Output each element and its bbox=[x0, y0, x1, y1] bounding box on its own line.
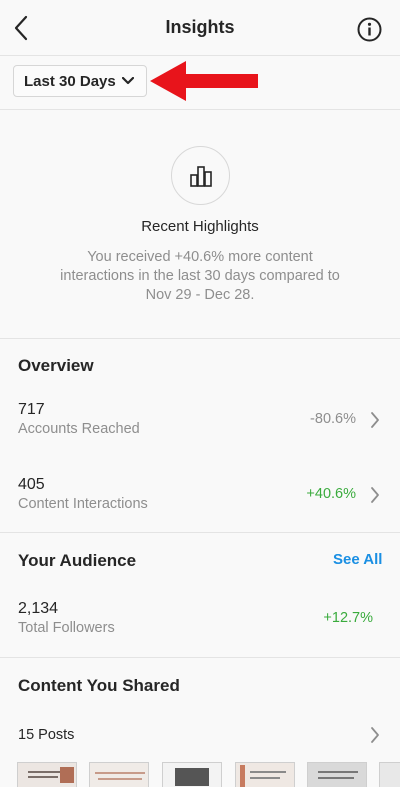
page-title: Insights bbox=[165, 17, 235, 37]
content-shared-title: Content You Shared bbox=[18, 676, 180, 695]
chevron-right-icon bbox=[371, 412, 379, 428]
metric-label: Accounts Reached bbox=[18, 421, 140, 437]
see-all-link[interactable]: See All bbox=[333, 551, 382, 568]
top-bar: Insights bbox=[0, 0, 400, 56]
back-button[interactable] bbox=[10, 14, 34, 42]
total-followers-row: 2,134 Total Followers +12.7% bbox=[0, 600, 400, 640]
chevron-left-icon bbox=[14, 15, 28, 41]
post-thumbnail[interactable] bbox=[235, 762, 295, 787]
metric-change: +40.6% bbox=[306, 486, 356, 502]
chevron-right-icon bbox=[371, 487, 379, 503]
content-interactions-row[interactable]: 405 Content Interactions +40.6% bbox=[0, 476, 400, 516]
highlights-line-2: interactions in the last 30 days compare… bbox=[60, 268, 340, 284]
post-thumbnail[interactable] bbox=[89, 762, 149, 787]
section-divider bbox=[0, 532, 400, 533]
metric-value: 2,134 bbox=[18, 600, 59, 617]
highlights-line-1: You received +40.6% more content bbox=[87, 249, 313, 265]
overview-title: Overview bbox=[18, 356, 94, 375]
bar-chart-icon bbox=[189, 165, 212, 187]
audience-title: Your Audience bbox=[18, 551, 137, 570]
date-range-label: Last 30 Days bbox=[24, 72, 116, 90]
post-thumbnail[interactable] bbox=[162, 762, 222, 787]
recent-highlights-card: Recent Highlights You received +40.6% mo… bbox=[0, 110, 400, 339]
highlights-title: Recent Highlights bbox=[141, 218, 259, 235]
highlights-badge bbox=[171, 146, 230, 205]
metric-value: 717 bbox=[18, 401, 45, 418]
accounts-reached-row[interactable]: 717 Accounts Reached -80.6% bbox=[0, 401, 400, 441]
highlights-description: You received +40.6% more content interac… bbox=[40, 248, 360, 305]
post-thumbnail[interactable] bbox=[379, 762, 400, 787]
post-thumbnails bbox=[0, 762, 400, 787]
post-thumbnail[interactable] bbox=[307, 762, 367, 787]
post-thumbnail[interactable] bbox=[17, 762, 77, 787]
info-button[interactable] bbox=[357, 17, 382, 42]
highlights-line-3: Nov 29 - Dec 28. bbox=[145, 287, 255, 303]
metric-value: 405 bbox=[18, 476, 45, 493]
chevron-down-icon bbox=[121, 77, 134, 85]
date-range-dropdown[interactable]: Last 30 Days bbox=[13, 65, 147, 97]
metric-label: Content Interactions bbox=[18, 496, 148, 512]
chevron-right-icon bbox=[371, 727, 379, 743]
annotation-arrow-icon bbox=[150, 61, 258, 101]
posts-row[interactable]: 15 Posts bbox=[0, 722, 400, 748]
section-divider bbox=[0, 657, 400, 658]
metric-change: -80.6% bbox=[310, 411, 356, 427]
posts-count-label: 15 Posts bbox=[18, 727, 75, 743]
metric-change: +12.7% bbox=[323, 610, 373, 626]
info-icon bbox=[357, 17, 382, 42]
metric-label: Total Followers bbox=[18, 620, 115, 636]
